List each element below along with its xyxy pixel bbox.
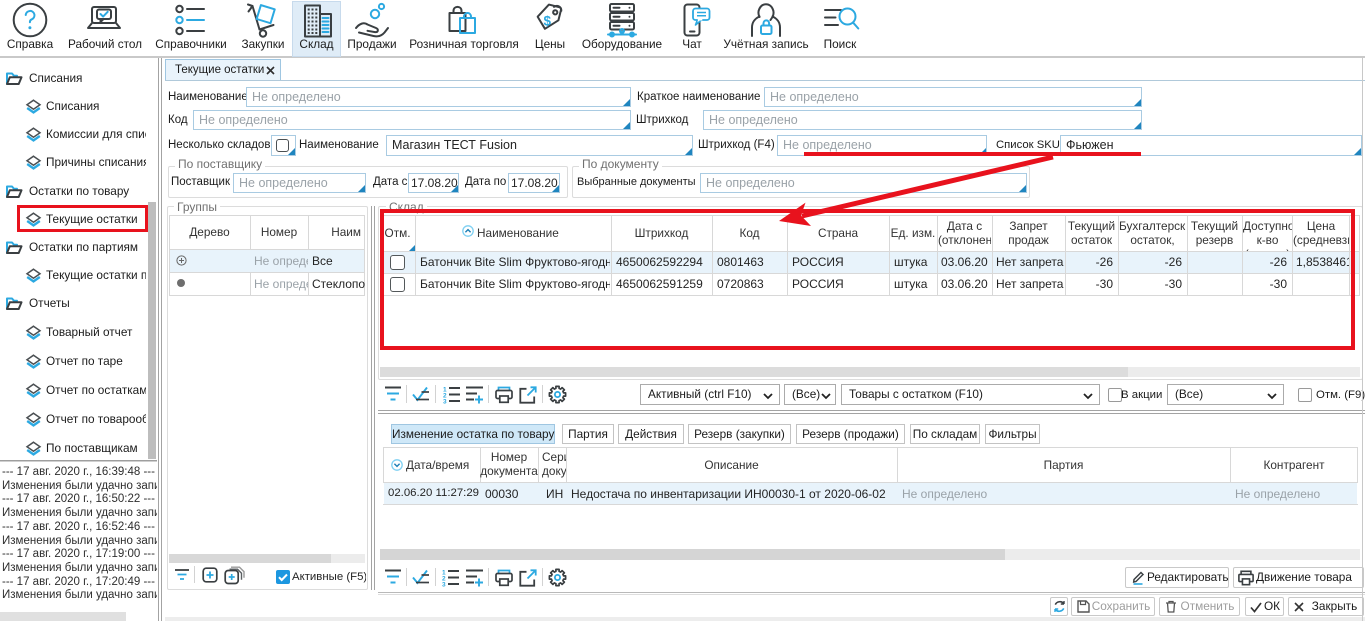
svg-text:3: 3 — [443, 399, 447, 406]
svg-text:3: 3 — [442, 582, 446, 589]
svg-text:$: $ — [544, 14, 552, 29]
